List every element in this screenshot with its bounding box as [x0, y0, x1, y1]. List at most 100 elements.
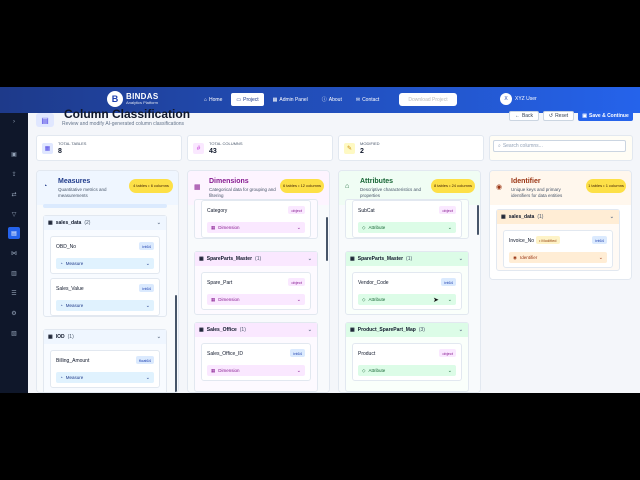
dimensions-list[interactable]: Category object ▦ Dimension ⌄ ▦ SpareParts…: [188, 199, 329, 392]
report-icon[interactable]: ▧: [8, 327, 20, 339]
modified-label: Modified: [541, 237, 557, 243]
identifier-column: ◉ Identifier Unique keys and primary ide…: [489, 170, 632, 280]
group-header[interactable]: ▦ IOD (1) ⌄: [44, 330, 166, 344]
group-header[interactable]: ▦ Sales_Office (1) ⌄: [195, 323, 317, 337]
settings-icon[interactable]: ⚙: [8, 307, 20, 319]
save-continue-button[interactable]: ▣ Save & Continue: [578, 111, 633, 121]
select-value: Measure: [65, 261, 84, 266]
classification-select[interactable]: ▦ Dimension ⌄: [207, 222, 305, 233]
chevron-down-icon: ⌄: [145, 374, 150, 381]
dtype-badge: int64: [592, 236, 607, 244]
list-icon[interactable]: ☰: [8, 287, 20, 299]
save-icon: ▣: [582, 113, 587, 119]
table-group: ▦ Sales_Office (1) ⌄ Sales_Office_ID int…: [194, 322, 318, 392]
table-group: ▦ SpareParts_Master (1) ⌄ Vendor_Code in…: [345, 251, 469, 315]
classification-select[interactable]: ◇ Attribute ⌄: [358, 365, 456, 376]
classification-select[interactable]: ▦ Dimension ⌄: [207, 294, 305, 305]
nav-project[interactable]: ▭ Project: [231, 93, 264, 106]
attributes-list[interactable]: SubCat object ◇ Attribute ⌄ ▦ SpareParts_M…: [339, 199, 480, 392]
back-label: Back: [521, 113, 534, 119]
nav-home[interactable]: ⌂ Home: [199, 93, 227, 106]
mail-icon: ✉: [355, 96, 361, 103]
chart-icon[interactable]: ▥: [8, 267, 20, 279]
classification-select[interactable]: ◇ Attribute ⌄: [358, 294, 456, 305]
stat-label: MODIFIED: [360, 141, 380, 146]
scrollbar[interactable]: [326, 217, 328, 261]
group-header[interactable]: ▦ Product_SparePart_Map (3) ⌄: [346, 323, 468, 337]
nav-admin-panel[interactable]: ▦ Admin Panel: [268, 93, 313, 106]
table-icon: ▦: [199, 256, 204, 262]
chevron-down-icon: ⌄: [156, 220, 161, 226]
group-header[interactable]: ▦ sales_data (1) ⌄: [497, 210, 619, 224]
chevron-down-icon: ⌄: [447, 367, 452, 374]
page-title: Column Classification: [64, 107, 191, 121]
edit-icon: ✎: [344, 143, 355, 154]
nav-contact[interactable]: ✉ Contact: [351, 93, 384, 106]
search-input[interactable]: ⌕ Search columns...: [493, 140, 626, 152]
select-value: Measure: [65, 375, 84, 380]
column-name: Billing_Amount: [56, 358, 90, 364]
database-icon[interactable]: ▣: [8, 148, 20, 160]
column-name: OBD_No: [56, 244, 77, 250]
classification-select[interactable]: ◔ Measure ⌄: [56, 258, 154, 269]
connection-icon[interactable]: ⇄: [8, 188, 20, 200]
column-name: Vendor_Code: [358, 280, 389, 286]
table-group: ▦ IOD (1) ⌄ Billing_Amount float64 ◔ Meas…: [43, 329, 167, 392]
info-icon: ⓘ: [321, 97, 327, 103]
count-badge: 4 tables • 6 columns: [129, 179, 173, 193]
column-name: Spare_Part: [207, 280, 233, 286]
logo-mark: B: [107, 91, 123, 107]
reset-button[interactable]: ↺ Reset: [543, 111, 574, 121]
column-name: Sales_Office_ID: [207, 351, 244, 357]
table-group: ▦ sales_data (1) ⌄ Invoice_No • Modified …: [496, 209, 620, 271]
nav-label: Admin Panel: [279, 96, 308, 103]
dtype-badge: object: [288, 278, 305, 286]
table-group: ▦ Product_SparePart_Map (3) ⌄ Product ob…: [345, 322, 469, 392]
reset-label: Reset: [555, 113, 569, 119]
scrollbar[interactable]: [175, 295, 177, 392]
table-group: Category object ▦ Dimension ⌄: [194, 199, 318, 239]
group-header[interactable]: ▦ SpareParts_Master (1) ⌄: [346, 252, 468, 266]
classification-select[interactable]: ▦ Dimension ⌄: [207, 365, 305, 376]
group-header[interactable]: ▦ sales_data (2) ⌄: [44, 216, 166, 230]
avatar: X: [500, 93, 512, 105]
group-header[interactable]: ▦ SpareParts_Master (1) ⌄: [195, 252, 317, 266]
nav-about[interactable]: ⓘ About: [317, 93, 347, 106]
back-button[interactable]: ← Back: [509, 111, 539, 121]
arrow-left-icon: ←: [514, 113, 520, 119]
download-project-button[interactable]: Download Project: [399, 93, 457, 106]
app-screen: B BINDAS Analytics Platform ⌂ Home ▭ Proje…: [0, 87, 640, 393]
group-name: Sales_Office: [206, 327, 237, 333]
group-count: (1): [67, 334, 74, 340]
user-name: XYZ User: [515, 96, 537, 102]
user-menu[interactable]: X XYZ User: [500, 93, 537, 105]
modified-badge: • Modified: [536, 236, 560, 244]
relationship-icon[interactable]: ⋈: [8, 247, 20, 259]
classification-select[interactable]: ◇ Attribute ⌄: [358, 222, 456, 233]
classification-icon[interactable]: ▤: [8, 227, 20, 239]
measures-list[interactable]: ▦ sales_data (2) ⌄ OBD_No int64 ◔ Measure…: [37, 204, 178, 392]
chevron-down-icon: ⌄: [307, 327, 312, 333]
measures-column: ◔ Measures Quantitative metrics and meas…: [36, 170, 179, 393]
key-icon: ◉: [496, 184, 503, 191]
classification-select[interactable]: ◔ Measure ⌄: [56, 300, 154, 311]
chevron-down-icon: ⌄: [447, 296, 452, 303]
classification-select[interactable]: ◔ Measure ⌄: [56, 372, 154, 383]
count-badge: 6 tables • 12 columns: [280, 179, 324, 193]
stat-card-total-columns: # TOTAL COLUMNS 43: [187, 135, 333, 161]
column-card: Invoice_No • Modified int64 ◉ Identifier ⌄: [503, 230, 613, 268]
classification-select[interactable]: ◉ Identifier ⌄: [509, 252, 607, 263]
grid-icon: ▦: [272, 96, 278, 103]
group-name: SpareParts_Master: [206, 256, 253, 262]
upload-icon[interactable]: ⇪: [8, 168, 20, 180]
column-name: Product: [358, 351, 376, 357]
column-card: OBD_No int64 ◔ Measure ⌄: [50, 236, 160, 274]
identifier-list[interactable]: ▦ sales_data (1) ⌄ Invoice_No • Modified …: [490, 205, 631, 279]
expand-sidebar-icon[interactable]: ›: [8, 116, 20, 128]
app-logo[interactable]: B BINDAS Analytics Platform: [107, 91, 158, 107]
scrollbar[interactable]: [477, 205, 479, 235]
group-name: sales_data: [508, 214, 535, 220]
column-card: Product object ◇ Attribute ⌄: [352, 343, 462, 381]
filter-icon[interactable]: ▽: [8, 208, 20, 220]
key-icon: ◉: [513, 254, 517, 260]
